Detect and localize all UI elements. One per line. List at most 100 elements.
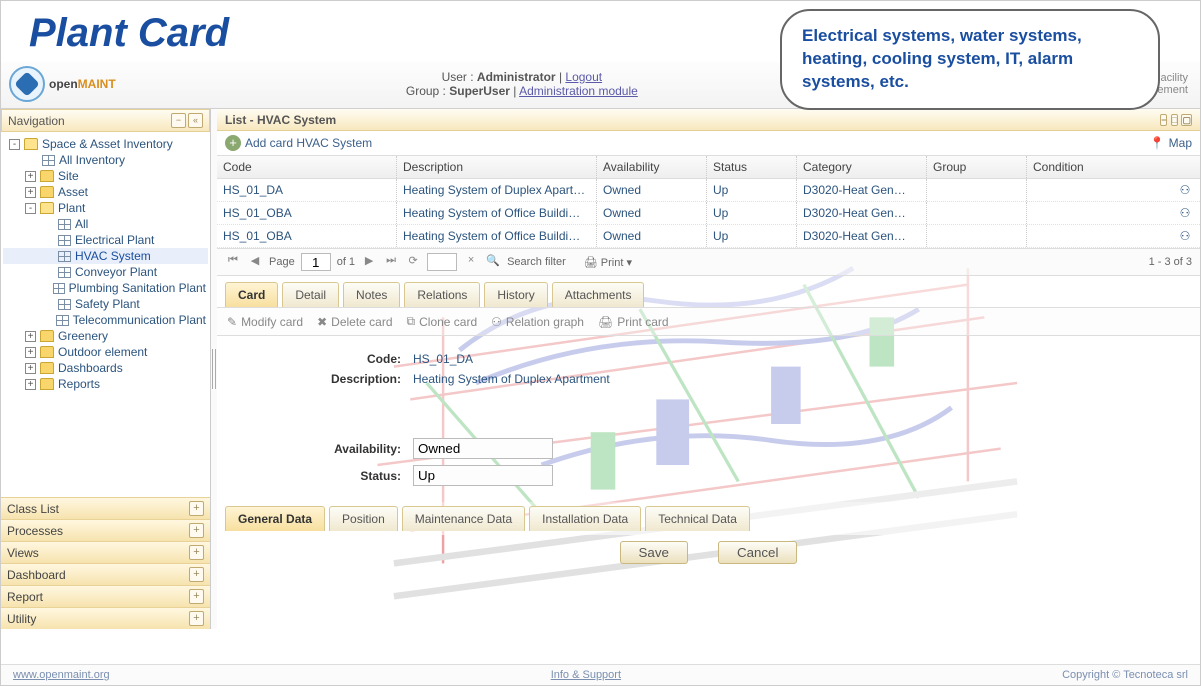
expander-icon[interactable]: + xyxy=(25,363,36,374)
expand-icon[interactable]: + xyxy=(189,567,204,582)
nav-item-safety-plant[interactable]: Safety Plant xyxy=(3,296,208,312)
tab-card[interactable]: Card xyxy=(225,282,278,307)
status-select[interactable] xyxy=(413,465,553,486)
nav-item-plant[interactable]: -Plant xyxy=(3,200,208,216)
current-user: Administrator xyxy=(477,70,556,84)
admin-module-link[interactable]: Administration module xyxy=(519,84,638,98)
table-row[interactable]: HS_01_OBAHeating System of Office Buildi… xyxy=(217,225,1200,248)
expander-icon[interactable]: + xyxy=(25,187,36,198)
col-status[interactable]: Status xyxy=(707,156,797,178)
search-clear-icon[interactable]: × xyxy=(463,254,479,270)
col-group[interactable]: Group xyxy=(927,156,1027,178)
pager-prev-icon[interactable]: ◀ xyxy=(247,254,263,270)
nav-item-telecommunication-plant[interactable]: Telecommunication Plant xyxy=(3,312,208,328)
nav-item-hvac-system[interactable]: HVAC System xyxy=(3,248,208,264)
nav-item-outdoor-element[interactable]: +Outdoor element xyxy=(3,344,208,360)
pager-refresh-icon[interactable]: ⟳ xyxy=(405,254,421,270)
accordion-dashboard[interactable]: Dashboard+ xyxy=(1,563,210,585)
pager-page-input[interactable] xyxy=(301,253,331,271)
pager-first-icon[interactable]: ⏮ xyxy=(225,254,241,270)
tab-notes[interactable]: Notes xyxy=(343,282,400,307)
tab-attachments[interactable]: Attachments xyxy=(552,282,645,307)
expand-icon[interactable]: + xyxy=(189,501,204,516)
row-graph-icon[interactable]: ⚇ xyxy=(1170,202,1200,224)
nav-item-plumbing-sanitation-plant[interactable]: Plumbing Sanitation Plant xyxy=(3,280,208,296)
col-code[interactable]: Code xyxy=(217,156,397,178)
availability-select[interactable] xyxy=(413,438,553,459)
table-row[interactable]: HS_01_OBAHeating System of Office Buildi… xyxy=(217,202,1200,225)
nav-item-space-asset-inventory[interactable]: -Space & Asset Inventory xyxy=(3,136,208,152)
expander-icon[interactable]: + xyxy=(25,347,36,358)
expander-icon[interactable]: + xyxy=(25,331,36,342)
expander-icon[interactable]: + xyxy=(25,379,36,390)
accordion-utility[interactable]: Utility+ xyxy=(1,607,210,629)
print-card-button[interactable]: 🖨Print card xyxy=(598,314,669,329)
row-graph-icon[interactable]: ⚇ xyxy=(1170,179,1200,201)
search-input[interactable] xyxy=(427,253,457,271)
nav-item-greenery[interactable]: +Greenery xyxy=(3,328,208,344)
col-condition[interactable]: Condition xyxy=(1027,156,1170,178)
clone-icon: ⧉ xyxy=(407,314,416,329)
accordion-class-list[interactable]: Class List+ xyxy=(1,497,210,519)
tab-maintenance-data[interactable]: Maintenance Data xyxy=(402,506,525,531)
expander-icon[interactable]: - xyxy=(9,139,20,150)
nav-item-all[interactable]: All xyxy=(3,216,208,232)
card-form: Code:HS_01_DA Description:Heating System… xyxy=(217,336,1200,502)
map-button[interactable]: 📍 Map xyxy=(1150,136,1192,150)
user-block: User : Administrator | Logout Group : Su… xyxy=(406,70,638,98)
nav-tree[interactable]: -Space & Asset InventoryAll Inventory+Si… xyxy=(1,132,210,497)
tab-position[interactable]: Position xyxy=(329,506,398,531)
expander-icon[interactable]: - xyxy=(25,203,36,214)
footer-site-link[interactable]: www.openmaint.org xyxy=(13,669,110,681)
expand-icon[interactable]: + xyxy=(189,589,204,604)
col-availability[interactable]: Availability xyxy=(597,156,707,178)
delete-card-button[interactable]: ✖Delete card xyxy=(317,314,392,329)
expander-icon[interactable]: + xyxy=(25,171,36,182)
grid-icon xyxy=(56,315,69,326)
tab-detail[interactable]: Detail xyxy=(282,282,339,307)
nav-collapse-icon[interactable]: « xyxy=(188,113,203,128)
col-description[interactable]: Description xyxy=(397,156,597,178)
card-code-value: HS_01_DA xyxy=(413,352,473,366)
pager-next-icon[interactable]: ▶ xyxy=(361,254,377,270)
nav-item-all-inventory[interactable]: All Inventory xyxy=(3,152,208,168)
accordion-report[interactable]: Report+ xyxy=(1,585,210,607)
nav-item-dashboards[interactable]: +Dashboards xyxy=(3,360,208,376)
row-graph-icon[interactable]: ⚇ xyxy=(1170,225,1200,247)
nav-item-electrical-plant[interactable]: Electrical Plant xyxy=(3,232,208,248)
search-icon[interactable]: 🔍 xyxy=(485,254,501,270)
accordion-processes[interactable]: Processes+ xyxy=(1,519,210,541)
expand-icon[interactable]: + xyxy=(189,545,204,560)
footer-support-link[interactable]: Info & Support xyxy=(551,669,621,681)
nav-item-conveyor-plant[interactable]: Conveyor Plant xyxy=(3,264,208,280)
relation-graph-button[interactable]: ⚇Relation graph xyxy=(491,314,584,329)
add-card-button[interactable]: + Add card HVAC System xyxy=(225,135,372,151)
save-button[interactable]: Save xyxy=(620,541,688,564)
nav-item-asset[interactable]: +Asset xyxy=(3,184,208,200)
modify-card-button[interactable]: ✎Modify card xyxy=(227,314,303,329)
nav-minimize-icon[interactable]: − xyxy=(171,113,186,128)
cancel-button[interactable]: Cancel xyxy=(718,541,798,564)
pager-last-icon[interactable]: ⏭ xyxy=(383,254,399,270)
logout-link[interactable]: Logout xyxy=(565,70,602,84)
sidebar-accordion[interactable]: Class List+Processes+Views+Dashboard+Rep… xyxy=(1,497,210,629)
form-buttons: Save Cancel xyxy=(217,535,1200,570)
expand-icon[interactable]: + xyxy=(189,523,204,538)
list-minimize-icon[interactable]: − xyxy=(1160,114,1167,126)
list-restore-icon[interactable]: □ xyxy=(1171,114,1178,126)
table-row[interactable]: HS_01_DAHeating System of Duplex Apart…O… xyxy=(217,179,1200,202)
tab-general-data[interactable]: General Data xyxy=(225,506,325,531)
tab-relations[interactable]: Relations xyxy=(404,282,480,307)
tab-history[interactable]: History xyxy=(484,282,547,307)
accordion-views[interactable]: Views+ xyxy=(1,541,210,563)
tab-technical-data[interactable]: Technical Data xyxy=(645,506,750,531)
expand-icon[interactable]: + xyxy=(189,611,204,626)
nav-item-reports[interactable]: +Reports xyxy=(3,376,208,392)
tab-installation-data[interactable]: Installation Data xyxy=(529,506,641,531)
folder-icon xyxy=(40,378,54,390)
nav-item-site[interactable]: +Site xyxy=(3,168,208,184)
col-category[interactable]: Category xyxy=(797,156,927,178)
clone-card-button[interactable]: ⧉Clone card xyxy=(407,314,478,329)
print-button[interactable]: 🖨 Print ▾ xyxy=(584,256,632,269)
list-maximize-icon[interactable]: ▢ xyxy=(1181,114,1192,126)
